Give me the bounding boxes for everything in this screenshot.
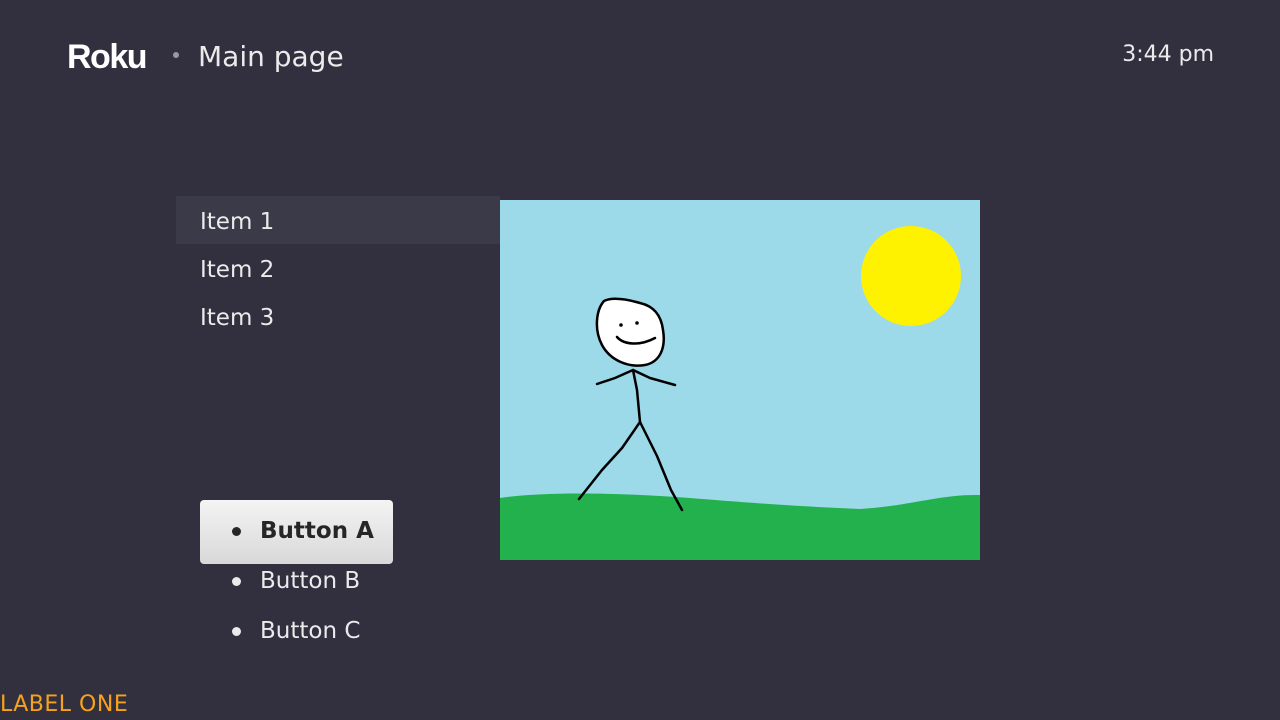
bullet-icon — [232, 527, 241, 536]
button-c[interactable]: Button C — [200, 600, 393, 664]
button-c-label: Button C — [260, 618, 361, 644]
poster-image — [500, 200, 980, 560]
stick-figure-right-eye — [635, 321, 639, 325]
stick-figure-left-eye — [619, 323, 623, 327]
list-item-3[interactable]: Item 3 — [176, 292, 500, 340]
bottom-label: LABEL ONE — [0, 692, 129, 717]
grass-hill — [500, 493, 980, 560]
item-list: Item 1 Item 2 Item 3 — [176, 196, 500, 340]
sun-icon — [861, 226, 961, 326]
button-group: Button A Button B Button C — [200, 500, 393, 650]
page-title: Main page — [198, 40, 344, 73]
list-item-2[interactable]: Item 2 — [176, 244, 500, 292]
list-item-1[interactable]: Item 1 — [176, 196, 500, 244]
bullet-icon — [232, 627, 241, 636]
header-separator-dot — [173, 52, 179, 58]
bullet-icon — [232, 577, 241, 586]
roku-logo: Roku — [67, 38, 148, 76]
clock: 3:44 pm — [1122, 42, 1214, 67]
stick-figure-drawing — [500, 200, 980, 560]
